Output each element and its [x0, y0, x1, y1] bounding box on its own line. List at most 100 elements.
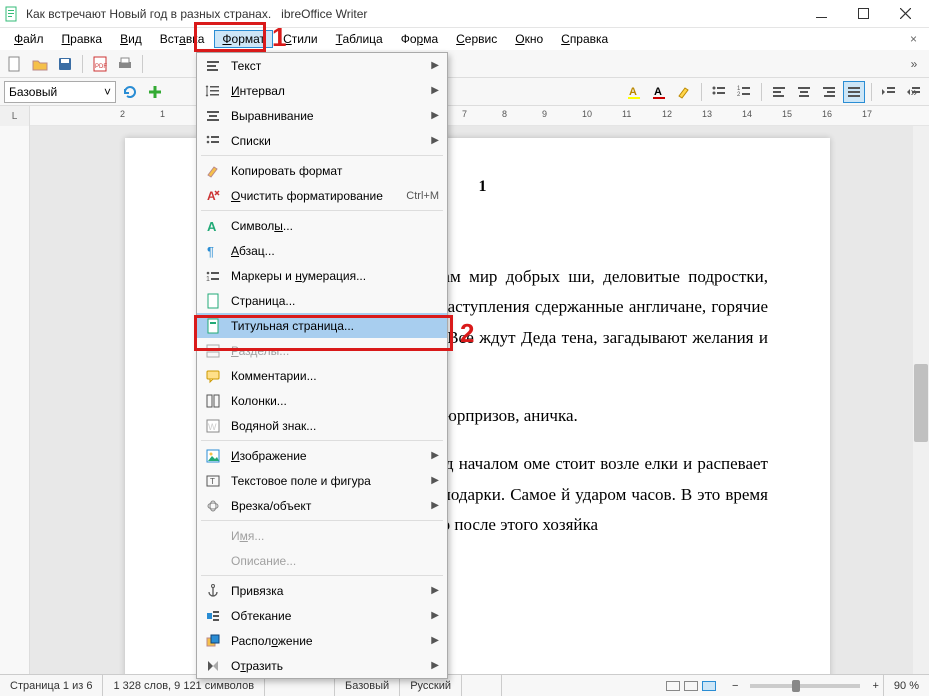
menu-item-копироватьформат[interactable]: Копировать формат — [197, 158, 447, 183]
menu-item-расположение[interactable]: Расположение▶ — [197, 628, 447, 653]
vertical-ruler[interactable] — [0, 126, 30, 675]
vertical-scrollbar[interactable] — [913, 126, 929, 675]
menu-item-водянойзнак[interactable]: WВодяной знак... — [197, 413, 447, 438]
menu-item-текстовоеполеифигура[interactable]: TТекстовое поле и фигура▶ — [197, 468, 447, 493]
zoom-knob[interactable] — [792, 680, 800, 692]
menu-item-выравнивание[interactable]: Выравнивание▶ — [197, 103, 447, 128]
brush-icon — [203, 162, 223, 180]
paragraph-style-value: Базовый — [9, 85, 57, 99]
toolbar2-overflow[interactable]: » — [903, 78, 925, 106]
new-style-button[interactable] — [144, 81, 166, 103]
sections-icon — [203, 342, 223, 360]
menu-item-обтекание[interactable]: Обтекание▶ — [197, 603, 447, 628]
menu-item-label: Очистить форматирование — [231, 189, 406, 203]
zoom-slider[interactable] — [750, 684, 860, 688]
highlight-color-button[interactable]: A — [623, 81, 645, 103]
menu-item-изображение[interactable]: Изображение▶ — [197, 443, 447, 468]
menu-item-маркерыинумерация[interactable]: 1Маркеры и нумерация... — [197, 263, 447, 288]
statusbar: Страница 1 из 6 1 328 слов, 9 121 символ… — [0, 674, 929, 696]
zoom-value[interactable]: 90 % — [883, 675, 929, 696]
menu-item-label: Отразить — [231, 659, 427, 673]
paragraph-style-dropdown[interactable]: Базовый ˅ — [4, 81, 116, 103]
spacing-icon — [203, 82, 223, 100]
svg-text:A: A — [207, 219, 217, 234]
page-icon — [203, 292, 223, 310]
update-style-button[interactable] — [119, 81, 141, 103]
align-center-button[interactable] — [793, 81, 815, 103]
status-page[interactable]: Страница 1 из 6 — [0, 675, 103, 696]
para-icon: ¶ — [203, 242, 223, 260]
menu-правка[interactable]: Правка — [54, 30, 111, 48]
menu-вид[interactable]: Вид — [112, 30, 150, 48]
font-color-button[interactable]: A — [648, 81, 670, 103]
menu-item-титульнаястраница[interactable]: Титульная страница... — [197, 313, 447, 338]
menu-item-символы[interactable]: AСимволы... — [197, 213, 447, 238]
menu-item-привязка[interactable]: Привязка▶ — [197, 578, 447, 603]
close-document-button[interactable]: × — [904, 30, 923, 48]
open-button[interactable] — [29, 53, 51, 75]
list-icon — [203, 132, 223, 150]
align-icon — [203, 107, 223, 125]
increase-indent-button[interactable] — [878, 81, 900, 103]
wrap-icon — [203, 607, 223, 625]
page-area[interactable]: 1 зных странах й праздник, открывающий н… — [30, 126, 929, 675]
menu-item-текст[interactable]: Текст ▶ — [197, 53, 447, 78]
new-button[interactable] — [4, 53, 26, 75]
zoom-plus[interactable]: + — [868, 680, 882, 692]
menu-вставка[interactable]: Вставка — [152, 30, 213, 48]
workspace: 1 зных странах й праздник, открывающий н… — [0, 126, 929, 675]
menu-item-страница[interactable]: Страница... — [197, 288, 447, 313]
menubar: ФайлПравкаВидВставкаФорматСтилиТаблицаФо… — [0, 28, 929, 50]
bullet-list-button[interactable] — [708, 81, 730, 103]
menu-item-отразить[interactable]: Отразить▶ — [197, 653, 447, 678]
svg-text:A: A — [629, 86, 637, 98]
number-list-button[interactable]: 12 — [733, 81, 755, 103]
menu-окно[interactable]: Окно — [507, 30, 551, 48]
watermark-icon: W — [203, 417, 223, 435]
menu-item-интервал[interactable]: Интервал▶ — [197, 78, 447, 103]
titlepage-icon — [203, 317, 223, 335]
menu-item-комментарии[interactable]: Комментарии... — [197, 363, 447, 388]
submenu-arrow-icon: ▶ — [431, 85, 439, 96]
menu-item-колонки[interactable]: Колонки... — [197, 388, 447, 413]
menu-формат[interactable]: Формат — [214, 30, 273, 48]
menu-item-label: Текст — [231, 59, 427, 73]
close-button[interactable] — [885, 2, 925, 26]
char-bg-button[interactable] — [673, 81, 695, 103]
horizontal-ruler[interactable]: 217891011121314151617 — [30, 106, 929, 125]
align-right-button[interactable] — [818, 81, 840, 103]
menu-таблица[interactable]: Таблица — [328, 30, 391, 48]
menu-item-label: Списки — [231, 134, 427, 148]
submenu-arrow-icon: ▶ — [431, 135, 439, 146]
menu-item-абзац[interactable]: ¶Абзац... — [197, 238, 447, 263]
titlebar: Как встречают Новый год в разных странах… — [0, 0, 929, 28]
menu-справка[interactable]: Справка — [553, 30, 616, 48]
clear-icon: A — [203, 187, 223, 205]
menu-item-врезкаобъект[interactable]: Врезка/объект▶ — [197, 493, 447, 518]
menu-item-списки[interactable]: Списки ▶ — [197, 128, 447, 153]
svg-text:¶: ¶ — [207, 244, 214, 259]
arrange-icon — [203, 632, 223, 650]
toolbar-overflow[interactable]: » — [903, 50, 925, 78]
submenu-arrow-icon: ▶ — [431, 60, 439, 71]
align-left-button[interactable] — [768, 81, 790, 103]
format-menu-dropdown: Текст▶Интервал▶Выравнивание▶Списки▶Копир… — [196, 52, 448, 679]
print-button[interactable] — [114, 53, 136, 75]
menu-item-очиститьформатирование[interactable]: AОчистить форматированиеCtrl+M — [197, 183, 447, 208]
menu-item-label: Расположение — [231, 634, 427, 648]
menu-файл[interactable]: Файл — [6, 30, 52, 48]
zoom-minus[interactable]: − — [728, 680, 742, 692]
menu-форма[interactable]: Форма — [393, 30, 446, 48]
minimize-button[interactable] — [801, 2, 841, 26]
menu-сервис[interactable]: Сервис — [448, 30, 505, 48]
menu-item-label: Врезка/объект — [231, 499, 427, 513]
toolbar-formatting: Базовый ˅ A A 12 » — [0, 78, 929, 106]
document-icon — [4, 6, 20, 22]
save-button[interactable] — [54, 53, 76, 75]
export-pdf-button[interactable]: PDF — [89, 53, 111, 75]
view-layout-icons[interactable] — [654, 675, 728, 696]
scrollbar-thumb[interactable] — [914, 364, 928, 442]
toolbar-standard: PDF » — [0, 50, 929, 78]
maximize-button[interactable] — [843, 2, 883, 26]
align-justify-button[interactable] — [843, 81, 865, 103]
